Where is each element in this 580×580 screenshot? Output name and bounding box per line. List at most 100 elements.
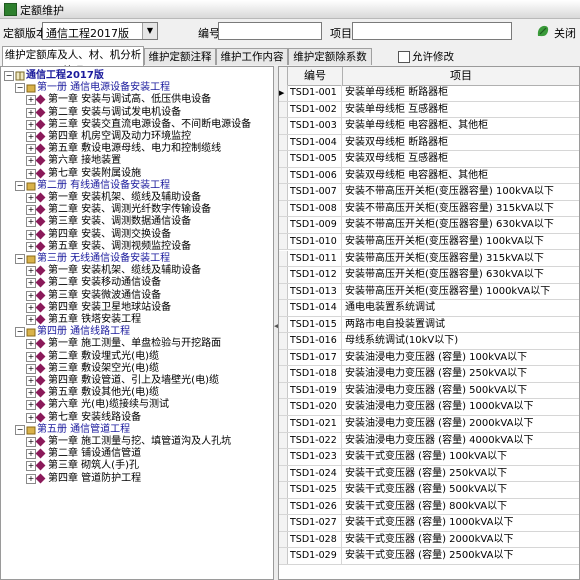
row-selector[interactable] [279, 118, 288, 134]
table-row[interactable]: TSD1-011 安装带高压开关柜(变压器容量) 315kVA以下 [279, 250, 579, 268]
table-row[interactable]: TSD1-019 安装油浸电力变压器 (容量) 500kVA以下 [279, 382, 579, 400]
expand-icon[interactable]: + [26, 363, 36, 374]
cell-item[interactable]: 安装不带高压开关柜(变压器容量) 630kVA以下 [343, 217, 579, 233]
cell-item[interactable]: 母线系统调试(10kV以下) [343, 333, 579, 349]
cell-code[interactable]: TSD1-014 [288, 300, 342, 316]
table-row[interactable]: TSD1-024 安装干式变压器 (容量) 250kVA以下 [279, 465, 579, 483]
table-row[interactable]: TSD1-014 通电电装置系统调试 [279, 300, 579, 317]
cell-item[interactable]: 安装双母线柜 断路器柜 [343, 135, 579, 151]
table-row[interactable]: TSD1-020 安装油浸电力变压器 (容量) 1000kVA以下 [279, 399, 579, 416]
cell-item[interactable]: 安装干式变压器 (容量) 2000kVA以下 [343, 532, 579, 548]
cell-code[interactable]: TSD1-013 [288, 283, 342, 300]
collapse-icon[interactable]: − [15, 254, 25, 264]
cell-code[interactable]: TSD1-010 [288, 233, 342, 250]
cell-item[interactable]: 安装双母线柜 互感器柜 [343, 151, 579, 167]
table-row[interactable]: TSD1-027 安装干式变压器 (容量) 1000kVA以下 [279, 515, 579, 532]
cell-code[interactable]: TSD1-012 [288, 267, 342, 283]
row-selector[interactable] [279, 531, 288, 548]
cell-item[interactable]: 安装干式变压器 (容量) 500kVA以下 [343, 482, 579, 498]
cell-code[interactable]: TSD1-004 [288, 134, 342, 151]
table-row[interactable]: TSD1-013 安装带高压开关柜(变压器容量) 1000kVA以下 [279, 283, 579, 301]
table-row[interactable]: TSD1-007 安装不带高压开关柜(变压器容量) 100kVA以下 [279, 184, 579, 201]
expand-icon[interactable]: + [26, 241, 36, 252]
cell-item[interactable]: 安装带高压开关柜(变压器容量) 100kVA以下 [343, 234, 579, 250]
cell-item[interactable]: 安装油浸电力变压器 (容量) 100kVA以下 [343, 350, 579, 366]
expand-icon[interactable]: + [26, 107, 36, 118]
expand-icon[interactable]: + [26, 95, 36, 106]
cell-code[interactable]: TSD1-023 [288, 449, 342, 465]
cell-item[interactable]: 通电电装置系统调试 [343, 300, 579, 316]
cell-item[interactable]: 安装油浸电力变压器 (容量) 250kVA以下 [343, 366, 579, 382]
cell-code[interactable]: TSD1-029 [288, 548, 342, 564]
table-row[interactable]: TSD1-028 安装干式变压器 (容量) 2000kVA以下 [279, 531, 579, 549]
cell-code[interactable]: TSD1-026 [288, 498, 342, 515]
cell-code[interactable]: TSD1-020 [288, 399, 342, 415]
expand-icon[interactable]: + [26, 193, 36, 203]
cell-code[interactable]: TSD1-005 [288, 151, 342, 167]
row-selector[interactable] [279, 200, 288, 217]
expand-icon[interactable]: + [26, 229, 36, 240]
row-selector[interactable] [279, 449, 288, 465]
cell-code[interactable]: TSD1-002 [288, 101, 342, 118]
expand-icon[interactable]: + [26, 412, 36, 423]
table-row[interactable]: TSD1-002 安装单母线柜 互感器柜 [279, 101, 579, 119]
expand-icon[interactable]: + [26, 461, 36, 472]
collapse-icon[interactable]: − [4, 71, 14, 81]
tab-maintain-notes[interactable]: 维护定额注释 [144, 48, 216, 65]
row-selector[interactable] [279, 267, 288, 283]
tab-maintain-library[interactable]: 维护定额库及人、材、机分析处理 [2, 46, 144, 77]
collapse-icon[interactable]: − [15, 83, 25, 94]
expand-icon[interactable]: + [26, 351, 36, 362]
cell-code[interactable]: TSD1-001 [288, 85, 342, 101]
row-selector[interactable] [279, 498, 288, 515]
collapse-icon[interactable]: − [15, 424, 25, 435]
expand-icon[interactable]: + [26, 437, 36, 447]
table-row[interactable]: TSD1-006 安装双母线柜 电容器柜、其他柜 [279, 167, 579, 185]
cell-code[interactable]: TSD1-028 [288, 531, 342, 548]
close-button[interactable]: 关闭 [534, 22, 578, 42]
expand-icon[interactable]: + [26, 302, 36, 313]
cell-code[interactable]: TSD1-016 [288, 333, 342, 349]
row-selector[interactable] [279, 432, 288, 449]
expand-icon[interactable]: + [26, 278, 36, 289]
cell-item[interactable]: 安装油浸电力变压器 (容量) 4000kVA以下 [343, 433, 579, 449]
cell-code[interactable]: TSD1-008 [288, 200, 342, 217]
cell-code[interactable]: TSD1-025 [288, 482, 342, 498]
row-selector[interactable] [279, 548, 288, 564]
expand-icon[interactable]: + [26, 266, 36, 277]
cell-item[interactable]: 安装双母线柜 电容器柜、其他柜 [343, 168, 579, 184]
header-code[interactable]: 编号 [288, 67, 343, 85]
expand-icon[interactable]: + [26, 132, 36, 142]
current-row-indicator-icon[interactable]: ▶ [279, 85, 288, 101]
expand-icon[interactable]: + [26, 144, 36, 155]
table-row[interactable]: TSD1-015 两路市电自投装置调试 [279, 316, 579, 334]
row-selector[interactable] [279, 349, 288, 366]
row-selector[interactable] [279, 416, 288, 432]
version-select[interactable]: 通信工程2017版 ▼ [42, 22, 158, 40]
expand-icon[interactable]: + [26, 156, 36, 167]
row-selector[interactable] [279, 366, 288, 382]
table-row[interactable]: TSD1-010 安装带高压开关柜(变压器容量) 100kVA以下 [279, 233, 579, 251]
cell-item[interactable]: 安装油浸电力变压器 (容量) 500kVA以下 [343, 383, 579, 399]
table-row[interactable]: TSD1-026 安装干式变压器 (容量) 800kVA以下 [279, 498, 579, 516]
cell-item[interactable]: 安装不带高压开关柜(变压器容量) 100kVA以下 [343, 184, 579, 200]
table-row[interactable]: TSD1-009 安装不带高压开关柜(变压器容量) 630kVA以下 [279, 217, 579, 234]
row-selector[interactable] [279, 399, 288, 415]
cell-code[interactable]: TSD1-017 [288, 349, 342, 366]
table-row[interactable]: TSD1-003 安装单母线柜 电容器柜、其他柜 [279, 118, 579, 135]
table-row[interactable]: TSD1-021 安装油浸电力变压器 (容量) 2000kVA以下 [279, 416, 579, 433]
table-row[interactable]: TSD1-016 母线系统调试(10kV以下) [279, 333, 579, 350]
expand-icon[interactable]: + [26, 449, 36, 460]
code-search-input[interactable] [218, 22, 322, 40]
expand-icon[interactable]: + [26, 119, 36, 130]
table-row[interactable]: ▶ TSD1-001 安装单母线柜 断路器柜 [279, 85, 579, 102]
expand-icon[interactable]: + [26, 290, 36, 301]
cell-item[interactable]: 安装油浸电力变压器 (容量) 2000kVA以下 [343, 416, 579, 432]
cell-item[interactable]: 安装干式变压器 (容量) 250kVA以下 [343, 466, 579, 482]
expand-icon[interactable]: + [26, 400, 36, 411]
cell-code[interactable]: TSD1-019 [288, 382, 342, 399]
row-selector[interactable] [279, 465, 288, 482]
row-selector[interactable] [279, 184, 288, 200]
row-selector[interactable] [279, 217, 288, 233]
row-selector[interactable] [279, 167, 288, 184]
